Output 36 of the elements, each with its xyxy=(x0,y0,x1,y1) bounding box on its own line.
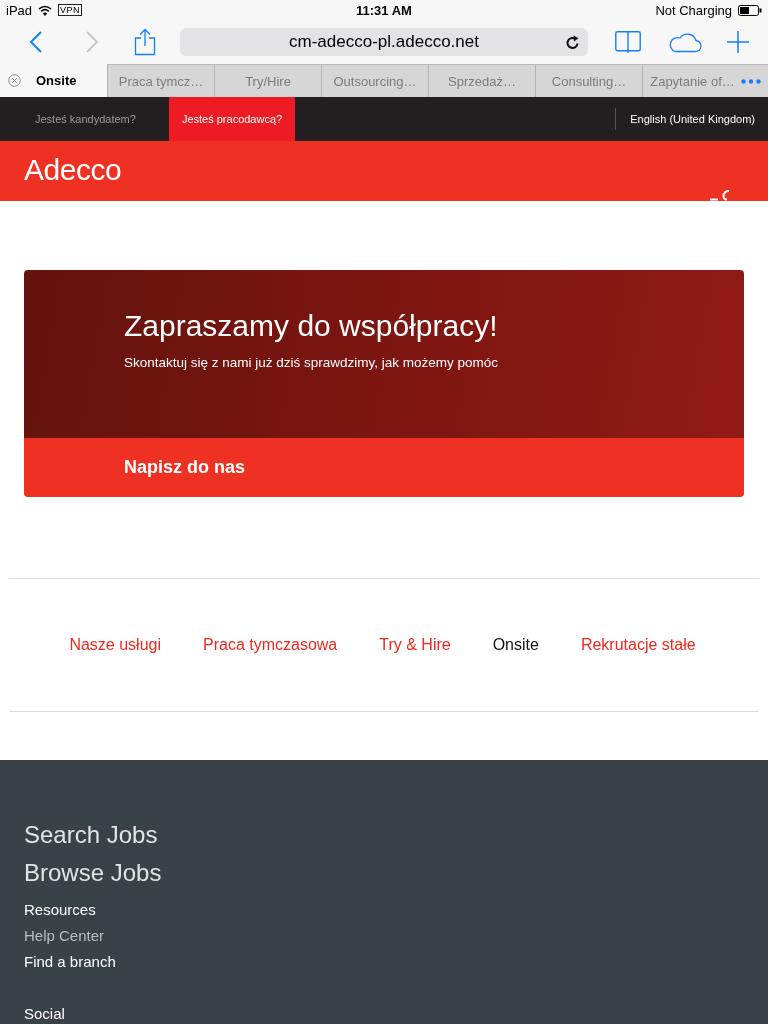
footer-heading-link[interactable]: Search Jobs xyxy=(24,820,158,850)
service-link[interactable]: Nasze usługi xyxy=(69,636,161,654)
back-icon[interactable] xyxy=(29,30,43,54)
reload-icon[interactable] xyxy=(566,35,580,50)
language-link[interactable]: English (United Kingdom) xyxy=(630,113,755,125)
cloud-icon[interactable] xyxy=(668,31,702,53)
more-icon[interactable] xyxy=(740,78,761,84)
device-name: iPad xyxy=(6,2,33,18)
footer-link[interactable]: Find a branch xyxy=(24,952,116,972)
battery-icon xyxy=(738,4,762,16)
address-field[interactable]: cm-adecco-pl.adecco.net xyxy=(180,28,588,56)
footer-heading-link[interactable]: Browse Jobs xyxy=(24,858,162,888)
wifi-icon xyxy=(38,4,53,16)
share-icon[interactable] xyxy=(134,28,156,56)
plus-icon[interactable] xyxy=(727,31,749,53)
url-text: cm-adecco-pl.adecco.net xyxy=(289,32,479,52)
footer-link[interactable]: Help Center xyxy=(24,926,105,946)
service-link[interactable]: Rekrutacje stałe xyxy=(580,636,696,654)
footer-section-title: Social xyxy=(24,1004,65,1024)
footer-link[interactable]: Resources xyxy=(24,900,96,920)
close-icon[interactable] xyxy=(8,74,21,87)
clock: 11:31 AM xyxy=(356,2,412,18)
browser-tab[interactable]: Onsite xyxy=(0,64,107,97)
banner-title: Zapraszamy do współpracy! xyxy=(124,308,499,344)
audience-tab[interactable]: Jesteś pracodawcą? xyxy=(168,97,296,141)
service-link[interactable]: Onsite xyxy=(492,636,539,654)
vpn-indicator: VPN xyxy=(58,4,83,16)
banner-subtitle: Skontaktuj się z nami już dziś sprawdzimy, jak możemy pomóc xyxy=(124,354,500,372)
service-link[interactable]: Try & Hire xyxy=(379,636,451,654)
audience-tab[interactable]: Jesteś kandydatem? xyxy=(22,97,149,141)
contact-button[interactable]: Napisz do nas xyxy=(24,438,744,497)
charging-status: Not Charging xyxy=(655,2,732,18)
cut-off-icon[interactable] xyxy=(710,190,730,201)
bookmarks-icon[interactable] xyxy=(615,30,641,54)
logo[interactable]: Adecco xyxy=(24,152,122,188)
service-link[interactable]: Praca tymczasowa xyxy=(203,636,338,654)
